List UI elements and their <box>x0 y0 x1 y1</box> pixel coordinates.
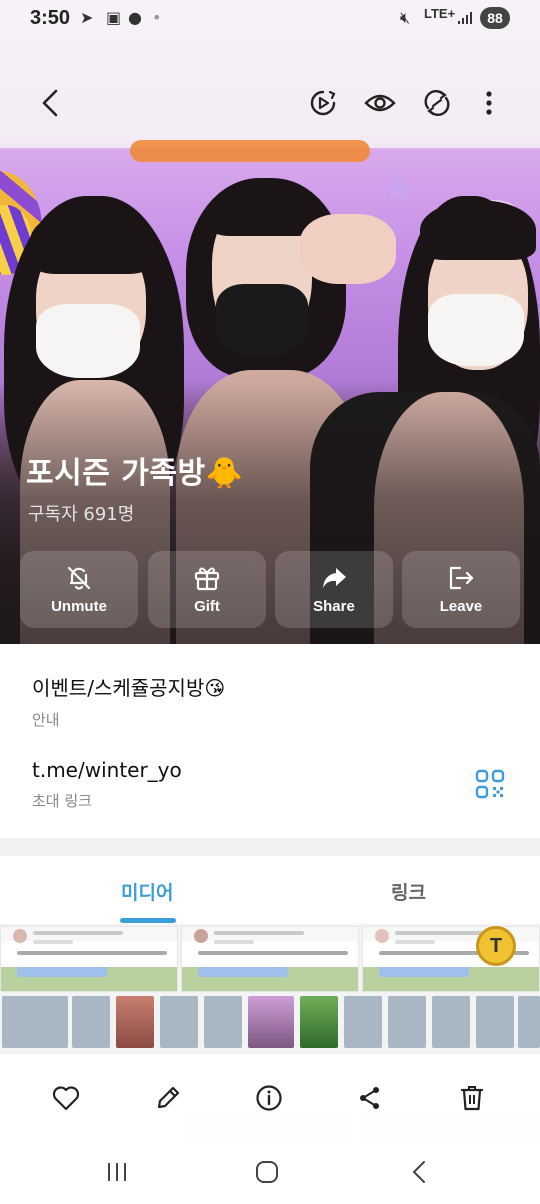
view-button[interactable] <box>357 80 403 126</box>
delete-button[interactable] <box>452 1078 492 1118</box>
channel-title: 포시즌 가족방🐥 <box>26 456 244 491</box>
telegram-notification-icon: ➤ <box>80 8 94 27</box>
rotate-icon <box>424 90 450 116</box>
gift-button[interactable]: Gift <box>148 551 266 628</box>
media-item[interactable] <box>181 926 359 992</box>
qr-code-button[interactable] <box>474 768 506 800</box>
media-thumbnail[interactable] <box>476 996 514 1048</box>
media-item[interactable] <box>0 926 178 992</box>
mute-icon: 🔇︎ <box>400 8 411 27</box>
status-bar: 3:50 ➤ ▣ ● • 🔇︎ LTE+ 88 <box>0 0 540 36</box>
favorite-button[interactable] <box>46 1078 86 1118</box>
media-thumbnail[interactable] <box>248 996 294 1048</box>
channel-description[interactable]: 이벤트/스케쥴공지방😘 안내 <box>32 672 225 730</box>
active-tab-indicator <box>120 918 176 923</box>
invite-link-text: t.me/winter_yo <box>32 758 182 782</box>
more-options-button[interactable] <box>466 80 512 126</box>
battery-indicator: 88 <box>480 7 510 29</box>
rotate-button[interactable] <box>414 80 460 126</box>
edit-pencil-icon <box>157 1086 180 1109</box>
home-icon <box>256 1161 278 1183</box>
unmute-button[interactable]: Unmute <box>20 551 138 628</box>
back-button[interactable] <box>28 80 74 126</box>
video-chat-icon <box>310 90 336 116</box>
channel-actions: Unmute Gift Share Leave <box>20 551 520 628</box>
gift-icon <box>194 567 220 591</box>
leave-label: Leave <box>439 598 483 615</box>
media-grid <box>0 924 540 1054</box>
qr-code-icon <box>475 769 505 799</box>
system-navigation-bar <box>0 1140 540 1204</box>
star-decoration: ★ <box>380 165 416 211</box>
leave-icon <box>449 566 474 590</box>
banner-decoration <box>130 140 370 162</box>
text-recognition-button[interactable]: T <box>476 926 516 966</box>
share-media-button[interactable] <box>350 1078 390 1118</box>
invite-link[interactable]: t.me/winter_yo 초대 링크 <box>32 758 182 811</box>
notification-icon: ▣ <box>106 8 122 27</box>
media-thumbnail[interactable] <box>518 996 540 1048</box>
tab-media[interactable]: 미디어 <box>121 878 173 905</box>
bottom-action-bar <box>0 1054 540 1140</box>
eye-icon <box>364 94 396 112</box>
nav-back-button[interactable] <box>399 1154 439 1190</box>
media-thumbnail[interactable] <box>344 996 382 1048</box>
network-type: LTE+ <box>424 6 456 21</box>
description-text: 이벤트/스케쥴공지방😘 <box>32 676 226 700</box>
unmute-label: Unmute <box>51 598 107 615</box>
heart-icon <box>52 1086 80 1111</box>
recent-apps-button[interactable] <box>97 1154 137 1190</box>
leave-button[interactable]: Leave <box>402 551 520 628</box>
tab-links[interactable]: 링크 <box>391 878 426 905</box>
media-thumbnail[interactable] <box>160 996 198 1048</box>
text-recognition-icon: T <box>489 934 503 957</box>
media-thumbnail[interactable] <box>116 996 154 1048</box>
share-label: Share <box>313 598 355 615</box>
home-button[interactable] <box>247 1154 287 1190</box>
media-thumbnail[interactable] <box>204 996 242 1048</box>
recent-apps-icon <box>108 1163 126 1181</box>
share-button[interactable]: Share <box>275 551 393 628</box>
edit-button[interactable] <box>148 1078 188 1118</box>
description-label: 안내 <box>32 711 60 729</box>
status-time: 3:50 <box>30 7 71 29</box>
section-divider <box>0 838 540 856</box>
info-icon <box>256 1085 282 1111</box>
invite-link-label: 초대 링크 <box>32 792 92 810</box>
subscriber-count: 구독자 691명 <box>28 504 135 525</box>
media-thumbnail[interactable] <box>388 996 426 1048</box>
back-arrow-icon <box>42 89 58 117</box>
details-button[interactable] <box>249 1078 289 1118</box>
share-icon <box>360 1087 379 1109</box>
media-thumbnail[interactable] <box>72 996 110 1048</box>
media-thumbnail[interactable] <box>30 996 68 1048</box>
media-thumbnail[interactable] <box>432 996 470 1048</box>
trash-icon <box>460 1086 484 1111</box>
share-arrow-icon <box>323 568 346 588</box>
video-chat-button[interactable] <box>300 80 346 126</box>
gift-label: Gift <box>194 598 220 615</box>
chat-notification-icon: ● <box>128 8 142 27</box>
more-vertical-icon <box>486 91 492 115</box>
media-thumbnail[interactable] <box>300 996 338 1048</box>
more-notifications-icon: • <box>152 8 162 27</box>
back-icon <box>413 1161 425 1183</box>
signal-icon <box>458 12 472 24</box>
bell-off-icon <box>67 566 91 590</box>
